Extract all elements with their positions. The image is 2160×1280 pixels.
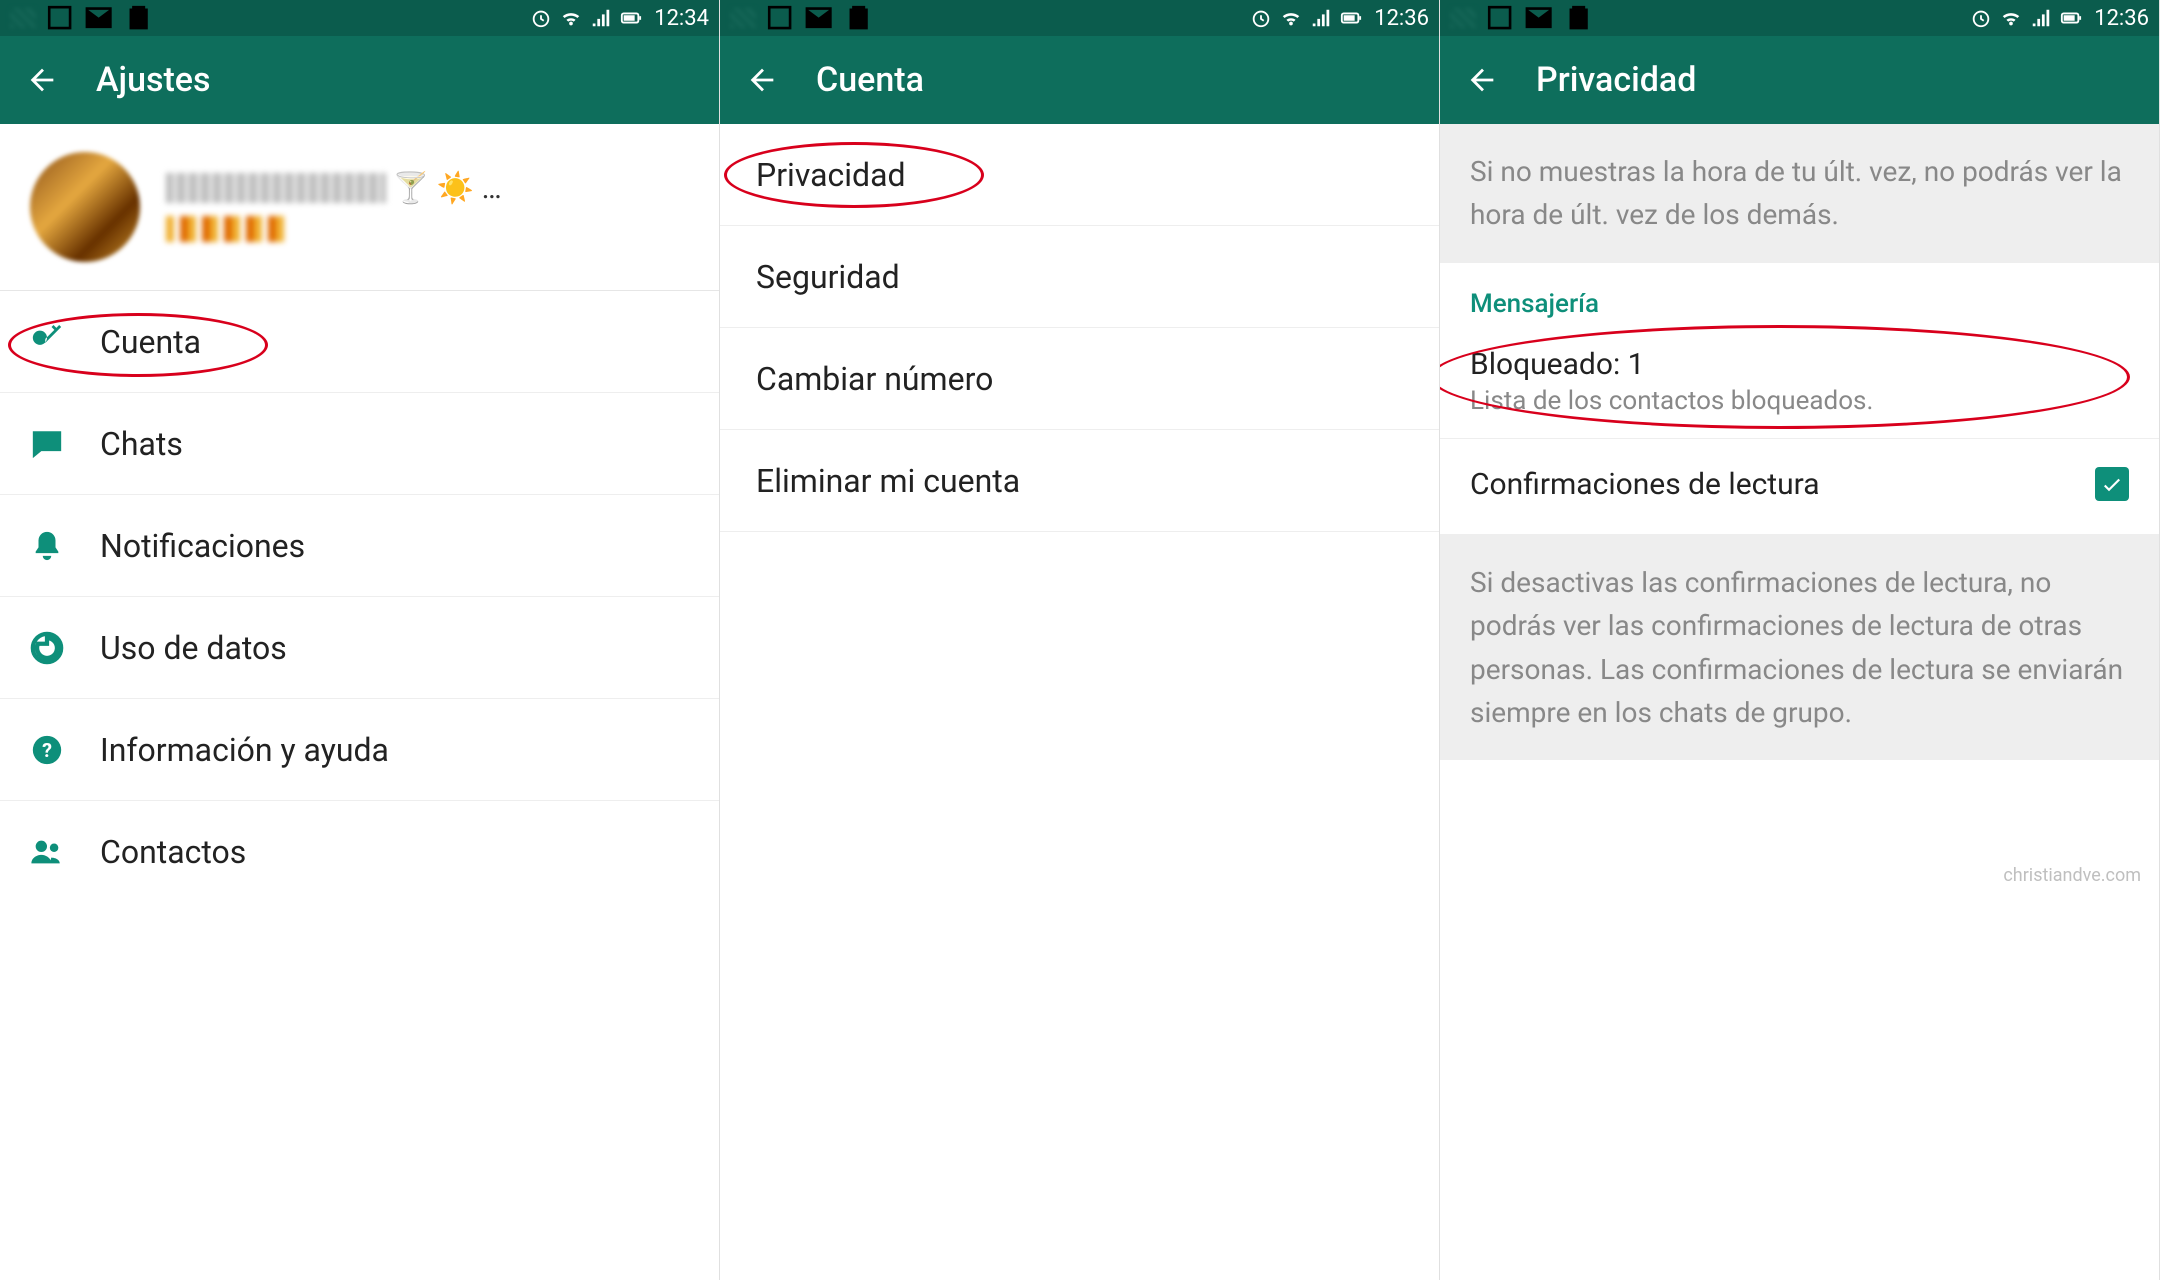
- profile-name-blur: [166, 173, 386, 203]
- help-icon: ?: [30, 733, 64, 767]
- appbar-title: Ajustes: [96, 60, 211, 100]
- back-button[interactable]: [24, 62, 60, 98]
- key-icon: [30, 325, 64, 359]
- app-bar: Ajustes: [0, 36, 719, 124]
- row-eliminar-cuenta[interactable]: Eliminar mi cuenta: [720, 430, 1439, 532]
- row-label: Eliminar mi cuenta: [756, 462, 1020, 500]
- avatar: [30, 152, 140, 262]
- section-mensajeria: Mensajería: [1440, 263, 2159, 329]
- battery-icon: [620, 7, 642, 29]
- screenshot-icon: [44, 2, 75, 33]
- status-time: 12:36: [1374, 6, 1429, 31]
- alarm-icon: [1250, 7, 1272, 29]
- row-informacion-ayuda[interactable]: ? Información y ayuda: [0, 699, 719, 801]
- appbar-title: Privacidad: [1536, 60, 1696, 100]
- read-receipts-label: Confirmaciones de lectura: [1470, 467, 1820, 502]
- row-privacidad[interactable]: Privacidad: [720, 124, 1439, 226]
- mail-icon: [803, 2, 834, 33]
- row-cuenta[interactable]: Cuenta: [0, 291, 719, 393]
- settings-list: Cuenta Chats Notificaciones Uso de datos…: [0, 291, 719, 903]
- alarm-icon: [530, 7, 552, 29]
- back-button[interactable]: [744, 62, 780, 98]
- mail-icon: [83, 2, 114, 33]
- info-last-seen: Si no muestras la hora de tu últ. vez, n…: [1440, 124, 2159, 263]
- row-label: Seguridad: [756, 258, 900, 296]
- profile-emojis: 🍸 ☀️ …: [392, 171, 502, 206]
- alarm-icon: [1970, 7, 1992, 29]
- row-contactos[interactable]: Contactos: [0, 801, 719, 903]
- mail-icon: [1523, 2, 1554, 33]
- row-label: Contactos: [100, 833, 246, 871]
- watermark: christiandve.com: [2003, 865, 2141, 886]
- status-bar: 12:36: [1440, 0, 2159, 36]
- signal-icon: [2030, 7, 2052, 29]
- row-uso-de-datos[interactable]: Uso de datos: [0, 597, 719, 699]
- status-time: 12:36: [2094, 6, 2149, 31]
- row-confirmaciones-lectura[interactable]: Confirmaciones de lectura: [1440, 439, 2159, 535]
- row-notificaciones[interactable]: Notificaciones: [0, 495, 719, 597]
- carrier-blur: [730, 8, 756, 28]
- screenshot-icon: [1484, 2, 1515, 33]
- bell-icon: [30, 529, 64, 563]
- row-label: Privacidad: [756, 156, 906, 194]
- appbar-title: Cuenta: [816, 60, 924, 100]
- screen-privacidad: 12:36 Privacidad Si no muestras la hora …: [1440, 0, 2160, 1280]
- status-bar: 12:36: [720, 0, 1439, 36]
- svg-text:?: ?: [42, 739, 52, 762]
- app-bar: Privacidad: [1440, 36, 2159, 124]
- back-arrow-icon: [745, 63, 779, 97]
- status-time: 12:34: [654, 6, 709, 31]
- wifi-icon: [1280, 7, 1302, 29]
- check-icon: [2100, 472, 2124, 496]
- row-label: Chats: [100, 425, 183, 463]
- battery-icon: [2060, 7, 2082, 29]
- carrier-blur: [10, 8, 36, 28]
- clipboard-icon: [843, 2, 874, 33]
- row-cambiar-numero[interactable]: Cambiar número: [720, 328, 1439, 430]
- row-label: Cuenta: [100, 323, 201, 361]
- row-bloqueado[interactable]: Bloqueado: 1 Lista de los contactos bloq…: [1440, 329, 2159, 439]
- people-icon: [30, 835, 64, 869]
- screen-cuenta: 12:36 Cuenta Privacidad Seguridad Cambia…: [720, 0, 1440, 1280]
- signal-icon: [1310, 7, 1332, 29]
- account-list: Privacidad Seguridad Cambiar número Elim…: [720, 124, 1439, 532]
- back-arrow-icon: [1465, 63, 1499, 97]
- clipboard-icon: [1563, 2, 1594, 33]
- blocked-subtitle: Lista de los contactos bloqueados.: [1470, 386, 2129, 416]
- row-label: Notificaciones: [100, 527, 305, 565]
- profile-header[interactable]: 🍸 ☀️ …: [0, 124, 719, 291]
- screen-ajustes: 12:34 Ajustes 🍸 ☀️ … Cuenta Chats: [0, 0, 720, 1280]
- chat-icon: [30, 427, 64, 461]
- screenshot-icon: [764, 2, 795, 33]
- wifi-icon: [560, 7, 582, 29]
- battery-icon: [1340, 7, 1362, 29]
- signal-icon: [590, 7, 612, 29]
- row-label: Información y ayuda: [100, 731, 389, 769]
- wifi-icon: [2000, 7, 2022, 29]
- back-arrow-icon: [25, 63, 59, 97]
- row-chats[interactable]: Chats: [0, 393, 719, 495]
- status-bar: 12:34: [0, 0, 719, 36]
- read-receipts-checkbox[interactable]: [2095, 467, 2129, 501]
- blocked-title: Bloqueado: 1: [1470, 347, 2129, 382]
- back-button[interactable]: [1464, 62, 1500, 98]
- data-usage-icon: [30, 631, 64, 665]
- info-read-receipts: Si desactivas las confirmaciones de lect…: [1440, 535, 2159, 761]
- profile-status-blur: [166, 216, 286, 242]
- row-seguridad[interactable]: Seguridad: [720, 226, 1439, 328]
- clipboard-icon: [123, 2, 154, 33]
- row-label: Cambiar número: [756, 360, 993, 398]
- app-bar: Cuenta: [720, 36, 1439, 124]
- carrier-blur: [1450, 8, 1476, 28]
- row-label: Uso de datos: [100, 629, 287, 667]
